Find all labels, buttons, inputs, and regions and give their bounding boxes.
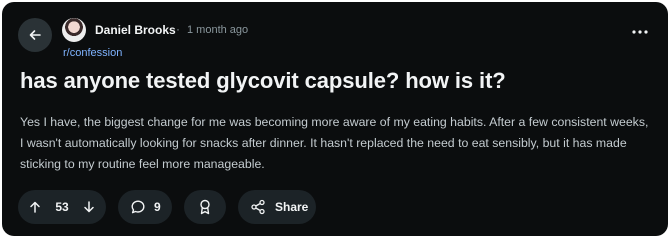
post-timestamp: 1 month ago — [187, 24, 249, 36]
post-card: Daniel Brooks · 1 month ago r/confession… — [2, 2, 668, 236]
share-icon — [250, 199, 266, 215]
vote-control: 53 — [18, 190, 106, 224]
upvote-button[interactable] — [28, 200, 42, 214]
subreddit-link[interactable]: r/confession — [63, 47, 122, 59]
award-icon — [198, 199, 212, 215]
post-body: Yes I have, the biggest change for me wa… — [20, 115, 649, 171]
comment-count: 9 — [154, 200, 161, 214]
arrow-up-icon — [30, 201, 40, 213]
author-name[interactable]: Daniel Brooks — [95, 23, 176, 37]
back-button[interactable] — [18, 18, 52, 52]
arrow-left-icon — [28, 28, 42, 42]
post-title[interactable]: has anyone tested glycovit capsule? how … — [20, 68, 506, 94]
share-button[interactable]: Share — [238, 190, 316, 224]
more-horizontal-icon — [632, 30, 648, 34]
share-label: Share — [275, 200, 309, 214]
comment-bubble-icon — [130, 199, 146, 215]
avatar[interactable] — [62, 18, 86, 42]
meta-separator: · — [176, 22, 180, 36]
arrow-down-icon — [84, 201, 94, 213]
downvote-button[interactable] — [82, 200, 96, 214]
award-button[interactable] — [184, 190, 226, 224]
vote-count: 53 — [55, 200, 69, 214]
comments-button[interactable]: 9 — [118, 190, 172, 224]
more-options-button[interactable] — [628, 20, 652, 44]
